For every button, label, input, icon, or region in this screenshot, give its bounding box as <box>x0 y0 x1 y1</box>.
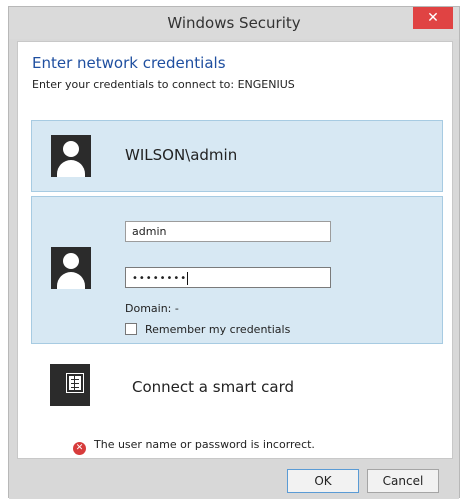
cancel-button[interactable]: Cancel <box>367 469 439 493</box>
window-title: Windows Security <box>167 14 301 32</box>
remember-label: Remember my credentials <box>145 323 291 336</box>
windows-security-dialog: Windows Security ✕ Enter network credent… <box>8 6 460 499</box>
dialog-footer: OK Cancel <box>9 459 459 499</box>
user-avatar-icon <box>51 135 91 177</box>
password-input[interactable]: •••••••• <box>125 267 331 288</box>
saved-account-tile[interactable]: WILSON\admin <box>31 120 443 192</box>
smart-card-option[interactable]: Connect a smart card <box>132 378 294 396</box>
dialog-heading: Enter network credentials <box>32 54 226 72</box>
dialog-content: Enter network credentials Enter your cre… <box>17 41 453 459</box>
saved-account-name: WILSON\admin <box>125 146 238 164</box>
text-caret <box>187 271 189 285</box>
dialog-subheading: Enter your credentials to connect to: EN… <box>32 78 295 91</box>
error-text: The user name or password is incorrect. <box>94 438 315 451</box>
domain-label: Domain: - <box>125 302 179 315</box>
error-icon: ✕ <box>73 442 86 455</box>
remember-checkbox[interactable] <box>125 323 137 335</box>
error-message: ✕ The user name or password is incorrect. <box>73 438 315 455</box>
username-value: admin <box>132 225 167 238</box>
credential-entry-tile[interactable]: admin •••••••• Domain: - Remember my cre… <box>31 196 443 344</box>
user-avatar-icon <box>51 247 91 289</box>
ok-button[interactable]: OK <box>287 469 359 493</box>
username-input[interactable]: admin <box>125 221 331 242</box>
title-bar[interactable]: Windows Security ✕ <box>9 7 459 39</box>
password-value: •••••••• <box>132 273 188 284</box>
smart-card-icon[interactable] <box>50 364 90 406</box>
remember-credentials[interactable]: Remember my credentials <box>125 323 290 336</box>
close-icon: ✕ <box>427 10 439 26</box>
close-button[interactable]: ✕ <box>413 7 453 29</box>
